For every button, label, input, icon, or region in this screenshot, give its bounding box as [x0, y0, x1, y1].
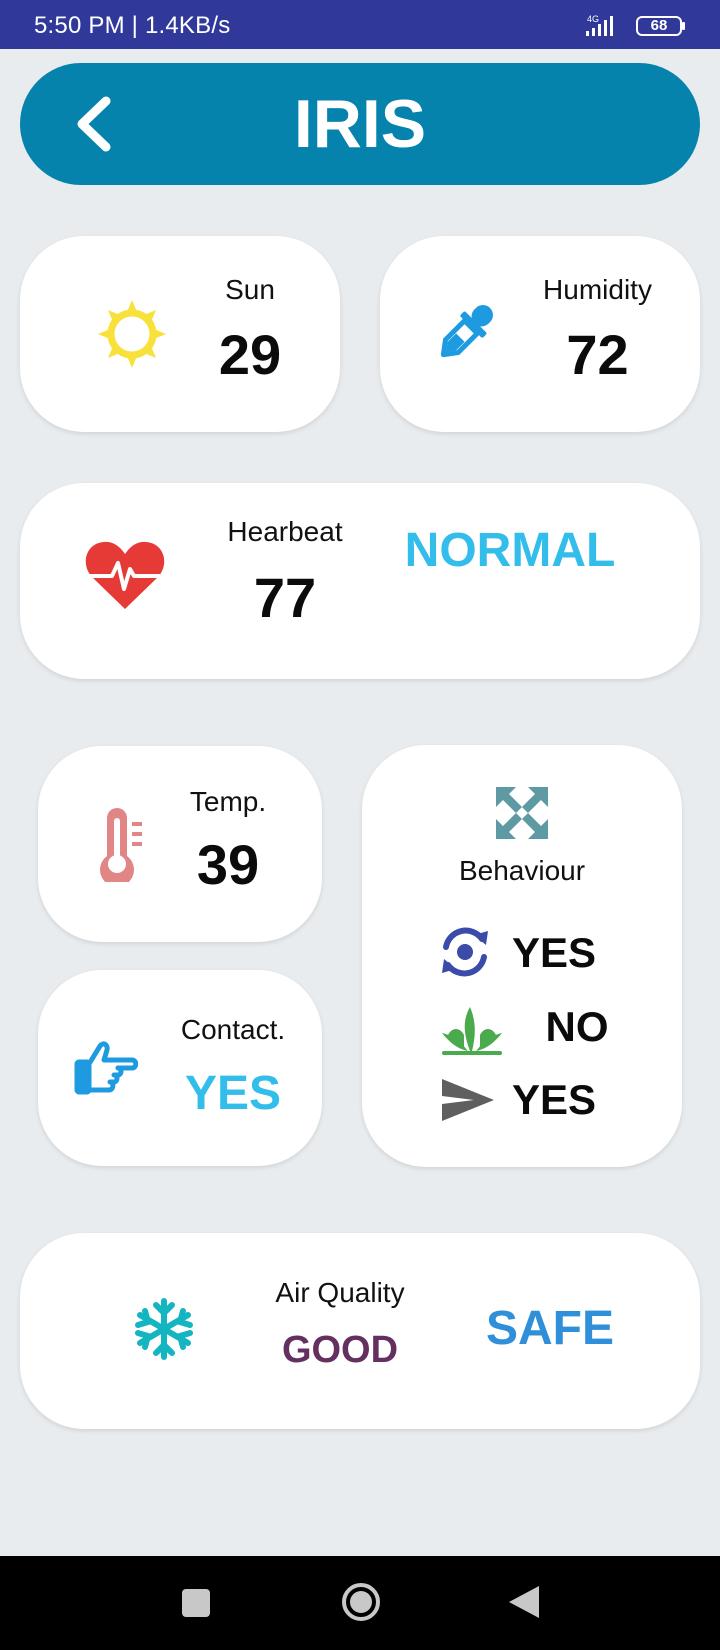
plant-icon — [442, 1007, 502, 1055]
pointing-hand-icon — [74, 1041, 138, 1095]
heartbeat-label: Hearbeat — [227, 516, 343, 547]
sun-value: 29 — [218, 323, 282, 386]
contact-card: Contact. YES — [38, 970, 322, 1166]
network-type: 4G — [587, 14, 599, 24]
heart-pulse-icon — [85, 541, 165, 609]
behaviour-item-3-value: YES — [512, 1076, 597, 1123]
humidity-value: 72 — [566, 323, 629, 386]
battery-nub — [682, 22, 685, 30]
sun-card: Sun 29 — [20, 236, 340, 432]
humidity-card: Humidity 72 — [380, 236, 700, 432]
air-quality-card: Air Quality GOOD SAFE — [20, 1233, 700, 1429]
sun-icon — [98, 300, 166, 368]
heartbeat-status: NORMAL — [404, 524, 616, 577]
header: IRIS — [20, 63, 700, 185]
thermometer-icon — [100, 808, 142, 882]
behaviour-label: Behaviour — [458, 855, 586, 886]
back-nav-icon[interactable] — [507, 1584, 541, 1620]
recents-button[interactable] — [182, 1589, 210, 1617]
signal-icon: 4G — [586, 14, 613, 36]
behaviour-card: Behaviour YES NO YES — [362, 745, 682, 1167]
status-time-speed: 5:50 PM | 1.4KB/s — [34, 12, 231, 39]
air-quality-label: Air Quality — [275, 1277, 405, 1308]
sun-label: Sun — [225, 274, 275, 305]
heartbeat-value: 77 — [253, 566, 317, 629]
behaviour-item-2-value: NO — [545, 1003, 609, 1050]
rotate-icon — [442, 927, 488, 977]
heartbeat-card: Hearbeat 77 NORMAL — [20, 483, 700, 679]
send-icon — [442, 1079, 494, 1121]
behaviour-item-1-value: YES — [512, 929, 597, 976]
home-button[interactable] — [340, 1581, 382, 1623]
temp-card: Temp. 39 — [38, 746, 322, 942]
air-quality-status: SAFE — [485, 1302, 614, 1355]
dropper-icon — [440, 305, 493, 358]
temp-value: 39 — [196, 833, 260, 896]
air-quality-value: GOOD — [281, 1329, 399, 1371]
status-bar: 5:50 PM | 1.4KB/s 4G 68 — [0, 0, 720, 49]
temp-label: Temp. — [189, 786, 267, 817]
back-arrow-icon[interactable] — [70, 93, 120, 155]
battery-level: 68 — [650, 17, 668, 34]
snowflake-icon — [135, 1298, 193, 1360]
page-title: IRIS — [293, 86, 427, 162]
contact-value: YES — [184, 1067, 282, 1120]
expand-arrows-icon — [496, 787, 548, 839]
contact-label: Contact. — [180, 1014, 286, 1045]
humidity-label: Humidity — [543, 274, 652, 305]
